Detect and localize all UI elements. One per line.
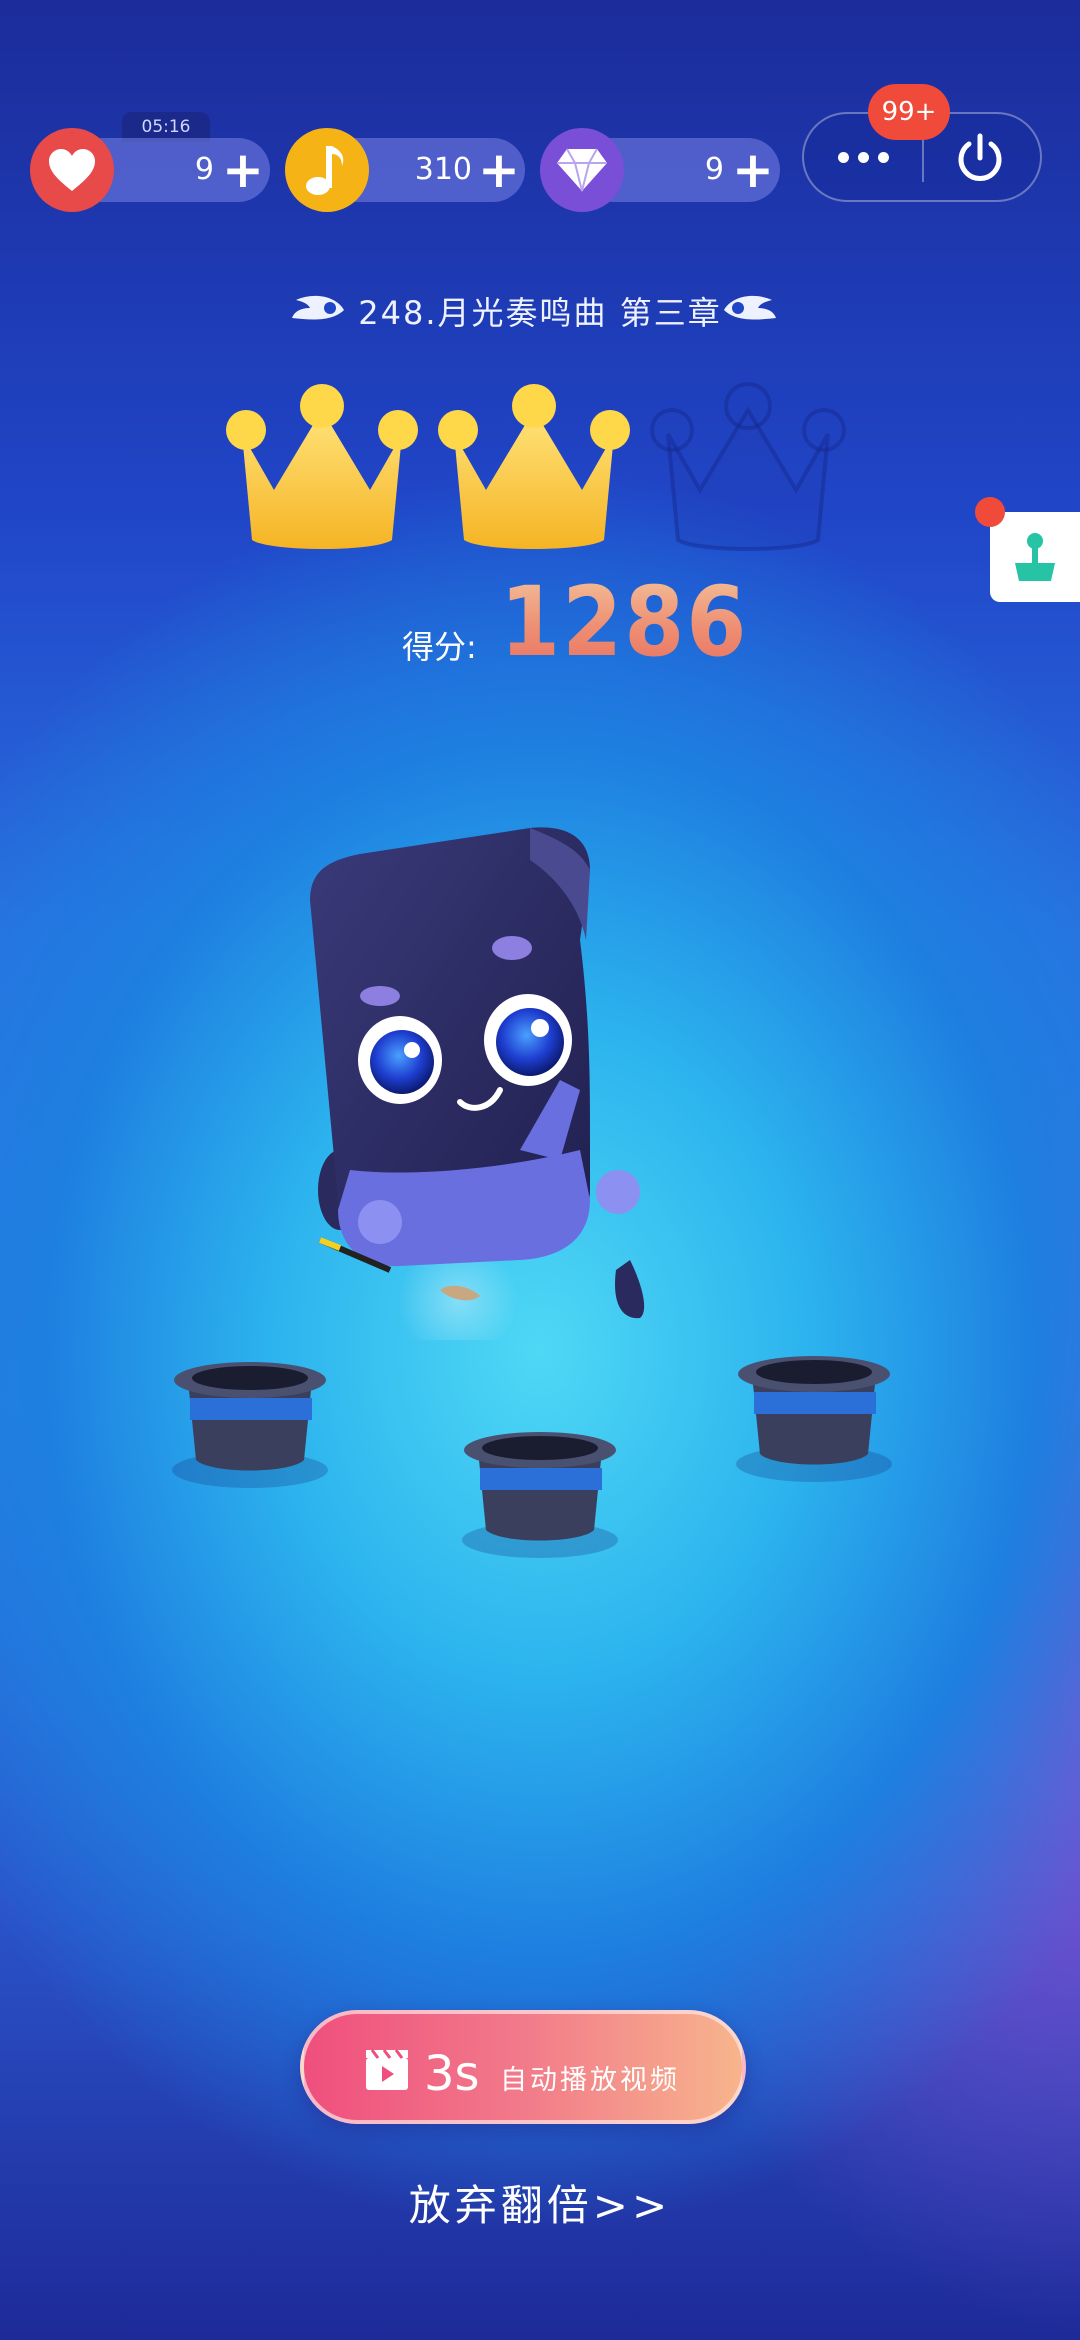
mascot-character-image (310, 827, 645, 1340)
add-diamonds-button[interactable]: + (732, 140, 774, 200)
video-countdown: 3s (424, 2046, 480, 2102)
magic-hat-center[interactable] (460, 1420, 620, 1560)
video-button-label: 自动播放视频 (500, 2065, 680, 2096)
diamond-icon (540, 128, 624, 212)
video-clapper-icon (364, 2046, 410, 2096)
notes-count: 310 (414, 152, 472, 187)
score-label: 得分: (402, 628, 477, 666)
joystick-icon (1015, 533, 1055, 581)
right-wing-icon (722, 290, 778, 328)
power-button[interactable] (952, 130, 1008, 186)
crown-2-icon (438, 384, 630, 549)
side-widget-alert-dot (975, 497, 1005, 527)
score-value: 1286 (500, 566, 749, 678)
add-notes-button[interactable]: + (478, 140, 520, 200)
notification-badge: 99+ (868, 84, 950, 140)
magic-hat-left[interactable] (170, 1350, 330, 1490)
diamonds-count: 9 (704, 152, 724, 187)
music-note-icon (285, 128, 369, 212)
hearts-count: 9 (194, 152, 214, 187)
chapter-title: 248.月光奏鸣曲 第三章 (358, 294, 722, 332)
give-up-double-link[interactable]: 放弃翻倍>> (0, 2172, 1080, 2233)
crown-3-empty-icon (650, 382, 846, 551)
side-game-widget[interactable] (990, 512, 1080, 602)
heart-icon (30, 128, 114, 212)
more-options-button[interactable] (835, 135, 891, 179)
magic-hat-right[interactable] (734, 1344, 894, 1484)
crown-1-icon (226, 384, 418, 549)
power-icon (958, 133, 1002, 181)
add-hearts-button[interactable]: + (222, 140, 264, 200)
